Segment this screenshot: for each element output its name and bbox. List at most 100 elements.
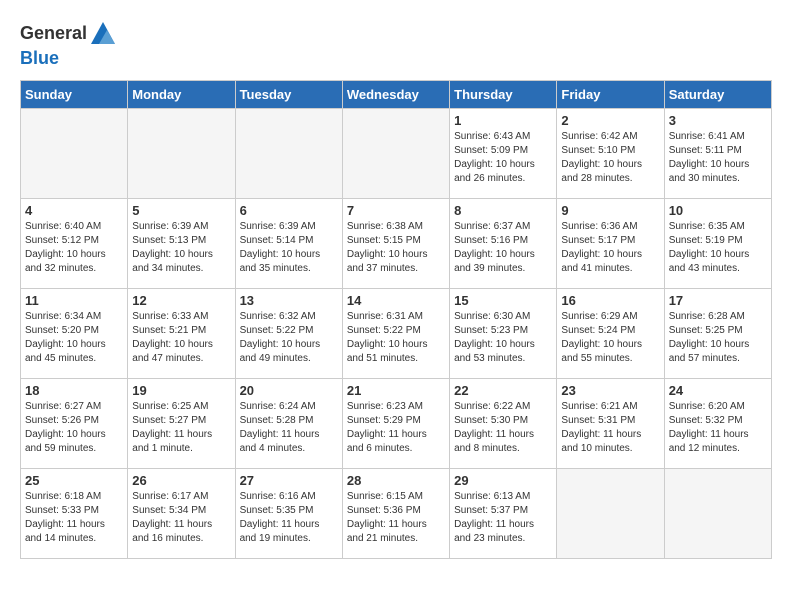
- calendar-cell: 10Sunrise: 6:35 AM Sunset: 5:19 PM Dayli…: [664, 198, 771, 288]
- calendar-cell: 4 Sunrise: 6:40 AM Sunset: 5:12 PM Daylig…: [21, 198, 128, 288]
- day-info: Sunrise: 6:22 AM Sunset: 5:30 PM Dayligh…: [454, 400, 552, 456]
- day-number: 1: [454, 113, 552, 128]
- day-info: Sunrise: 6:24 AM Sunset: 5:28 PM Dayligh…: [240, 400, 338, 456]
- calendar-cell: [21, 108, 128, 198]
- logo-blue: Blue: [20, 48, 59, 68]
- header-tuesday: Tuesday: [235, 80, 342, 108]
- calendar-cell: 24 Sunrise: 6:20 AM Sunset: 5:32 PM Dayli…: [664, 378, 771, 468]
- calendar-cell: 17Sunrise: 6:28 AM Sunset: 5:25 PM Dayli…: [664, 288, 771, 378]
- logo: General Blue: [20, 20, 117, 70]
- day-number: 23: [561, 383, 659, 398]
- page-header: General Blue: [20, 20, 772, 70]
- header-friday: Friday: [557, 80, 664, 108]
- day-info: Sunrise: 6:27 AM Sunset: 5:26 PM Dayligh…: [25, 400, 123, 456]
- day-info: Sunrise: 6:41 AM Sunset: 5:11 PM Dayligh…: [669, 130, 767, 186]
- calendar-cell: 25 Sunrise: 6:18 AM Sunset: 5:33 PM Dayli…: [21, 468, 128, 558]
- logo-general: General: [20, 23, 87, 43]
- day-number: 15: [454, 293, 552, 308]
- day-number: 25: [25, 473, 123, 488]
- day-number: 24: [669, 383, 767, 398]
- day-info: Sunrise: 6:17 AM Sunset: 5:34 PM Dayligh…: [132, 490, 230, 546]
- day-info: Sunrise: 6:34 AM Sunset: 5:20 PM Dayligh…: [25, 310, 123, 366]
- day-number: 9: [561, 203, 659, 218]
- day-number: 21: [347, 383, 445, 398]
- calendar-cell: 8 Sunrise: 6:37 AM Sunset: 5:16 PM Daylig…: [450, 198, 557, 288]
- day-number: 29: [454, 473, 552, 488]
- calendar-cell: 12Sunrise: 6:33 AM Sunset: 5:21 PM Dayli…: [128, 288, 235, 378]
- day-number: 3: [669, 113, 767, 128]
- day-info: Sunrise: 6:16 AM Sunset: 5:35 PM Dayligh…: [240, 490, 338, 546]
- day-info: Sunrise: 6:39 AM Sunset: 5:13 PM Dayligh…: [132, 220, 230, 276]
- day-info: Sunrise: 6:43 AM Sunset: 5:09 PM Dayligh…: [454, 130, 552, 186]
- day-info: Sunrise: 6:18 AM Sunset: 5:33 PM Dayligh…: [25, 490, 123, 546]
- header-saturday: Saturday: [664, 80, 771, 108]
- day-number: 26: [132, 473, 230, 488]
- calendar-cell: 7 Sunrise: 6:38 AM Sunset: 5:15 PM Daylig…: [342, 198, 449, 288]
- calendar-cell: 2 Sunrise: 6:42 AM Sunset: 5:10 PM Daylig…: [557, 108, 664, 198]
- calendar-cell: 29 Sunrise: 6:13 AM Sunset: 5:37 PM Dayli…: [450, 468, 557, 558]
- header-sunday: Sunday: [21, 80, 128, 108]
- calendar-cell: 26 Sunrise: 6:17 AM Sunset: 5:34 PM Dayli…: [128, 468, 235, 558]
- calendar-cell: 3 Sunrise: 6:41 AM Sunset: 5:11 PM Daylig…: [664, 108, 771, 198]
- day-info: Sunrise: 6:35 AM Sunset: 5:19 PM Dayligh…: [669, 220, 767, 276]
- day-info: Sunrise: 6:37 AM Sunset: 5:16 PM Dayligh…: [454, 220, 552, 276]
- day-info: Sunrise: 6:33 AM Sunset: 5:21 PM Dayligh…: [132, 310, 230, 366]
- calendar-cell: 20 Sunrise: 6:24 AM Sunset: 5:28 PM Dayli…: [235, 378, 342, 468]
- day-number: 8: [454, 203, 552, 218]
- calendar-cell: 21 Sunrise: 6:23 AM Sunset: 5:29 PM Dayli…: [342, 378, 449, 468]
- day-info: Sunrise: 6:30 AM Sunset: 5:23 PM Dayligh…: [454, 310, 552, 366]
- day-info: Sunrise: 6:36 AM Sunset: 5:17 PM Dayligh…: [561, 220, 659, 276]
- day-info: Sunrise: 6:38 AM Sunset: 5:15 PM Dayligh…: [347, 220, 445, 276]
- day-number: 16: [561, 293, 659, 308]
- day-info: Sunrise: 6:29 AM Sunset: 5:24 PM Dayligh…: [561, 310, 659, 366]
- day-info: Sunrise: 6:23 AM Sunset: 5:29 PM Dayligh…: [347, 400, 445, 456]
- day-info: Sunrise: 6:42 AM Sunset: 5:10 PM Dayligh…: [561, 130, 659, 186]
- day-info: Sunrise: 6:32 AM Sunset: 5:22 PM Dayligh…: [240, 310, 338, 366]
- day-number: 27: [240, 473, 338, 488]
- calendar-cell: 22 Sunrise: 6:22 AM Sunset: 5:30 PM Dayli…: [450, 378, 557, 468]
- calendar-cell: [235, 108, 342, 198]
- calendar-cell: 19 Sunrise: 6:25 AM Sunset: 5:27 PM Dayli…: [128, 378, 235, 468]
- day-info: Sunrise: 6:20 AM Sunset: 5:32 PM Dayligh…: [669, 400, 767, 456]
- calendar-cell: 11 Sunrise: 6:34 AM Sunset: 5:20 PM Dayli…: [21, 288, 128, 378]
- day-info: Sunrise: 6:13 AM Sunset: 5:37 PM Dayligh…: [454, 490, 552, 546]
- day-info: Sunrise: 6:40 AM Sunset: 5:12 PM Dayligh…: [25, 220, 123, 276]
- calendar-cell: 13 Sunrise: 6:32 AM Sunset: 5:22 PM Dayli…: [235, 288, 342, 378]
- calendar-cell: 6 Sunrise: 6:39 AM Sunset: 5:14 PM Daylig…: [235, 198, 342, 288]
- calendar-cell: 27 Sunrise: 6:16 AM Sunset: 5:35 PM Dayli…: [235, 468, 342, 558]
- calendar-cell: 16 Sunrise: 6:29 AM Sunset: 5:24 PM Dayli…: [557, 288, 664, 378]
- header-monday: Monday: [128, 80, 235, 108]
- day-number: 20: [240, 383, 338, 398]
- header-wednesday: Wednesday: [342, 80, 449, 108]
- calendar-week-0: 1 Sunrise: 6:43 AM Sunset: 5:09 PM Daylig…: [21, 108, 772, 198]
- day-number: 28: [347, 473, 445, 488]
- day-number: 4: [25, 203, 123, 218]
- day-number: 13: [240, 293, 338, 308]
- day-info: Sunrise: 6:31 AM Sunset: 5:22 PM Dayligh…: [347, 310, 445, 366]
- calendar-cell: 23 Sunrise: 6:21 AM Sunset: 5:31 PM Dayli…: [557, 378, 664, 468]
- header-thursday: Thursday: [450, 80, 557, 108]
- day-number: 11: [25, 293, 123, 308]
- day-info: Sunrise: 6:25 AM Sunset: 5:27 PM Dayligh…: [132, 400, 230, 456]
- day-number: 2: [561, 113, 659, 128]
- day-number: 7: [347, 203, 445, 218]
- calendar-cell: 5Sunrise: 6:39 AM Sunset: 5:13 PM Daylig…: [128, 198, 235, 288]
- calendar-cell: [664, 468, 771, 558]
- calendar-cell: [557, 468, 664, 558]
- day-number: 22: [454, 383, 552, 398]
- day-info: Sunrise: 6:21 AM Sunset: 5:31 PM Dayligh…: [561, 400, 659, 456]
- calendar-cell: 18 Sunrise: 6:27 AM Sunset: 5:26 PM Dayli…: [21, 378, 128, 468]
- calendar-cell: [342, 108, 449, 198]
- day-number: 18: [25, 383, 123, 398]
- day-info: Sunrise: 6:39 AM Sunset: 5:14 PM Dayligh…: [240, 220, 338, 276]
- calendar-week-1: 4 Sunrise: 6:40 AM Sunset: 5:12 PM Daylig…: [21, 198, 772, 288]
- calendar-cell: 15 Sunrise: 6:30 AM Sunset: 5:23 PM Dayli…: [450, 288, 557, 378]
- calendar-cell: 14Sunrise: 6:31 AM Sunset: 5:22 PM Dayli…: [342, 288, 449, 378]
- day-number: 6: [240, 203, 338, 218]
- day-number: 17: [669, 293, 767, 308]
- calendar-header-row: SundayMondayTuesdayWednesdayThursdayFrid…: [21, 80, 772, 108]
- day-number: 19: [132, 383, 230, 398]
- calendar-week-3: 18 Sunrise: 6:27 AM Sunset: 5:26 PM Dayli…: [21, 378, 772, 468]
- day-info: Sunrise: 6:15 AM Sunset: 5:36 PM Dayligh…: [347, 490, 445, 546]
- calendar-week-4: 25 Sunrise: 6:18 AM Sunset: 5:33 PM Dayli…: [21, 468, 772, 558]
